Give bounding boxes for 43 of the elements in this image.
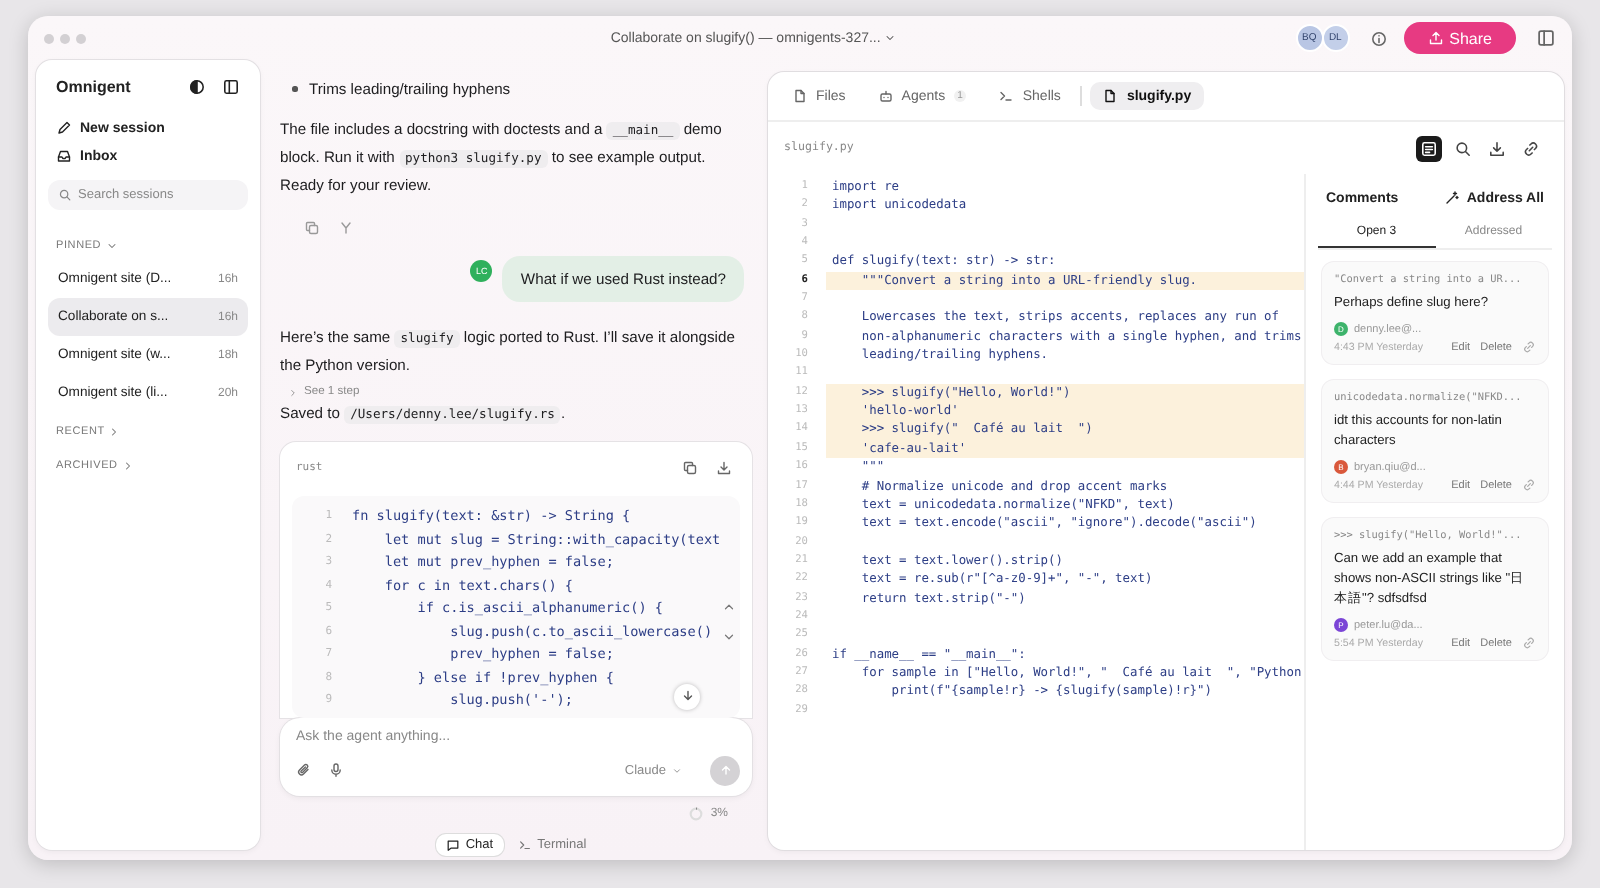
- bullet-icon: [292, 86, 297, 92]
- copy-icon: [304, 220, 320, 236]
- search-icon: [1454, 139, 1472, 157]
- download-icon: [716, 460, 732, 476]
- download-icon: [1488, 139, 1506, 157]
- inbox-icon: [56, 148, 72, 164]
- link-icon: [1522, 340, 1536, 354]
- link-icon: [1522, 478, 1536, 492]
- arrow-down-icon: [679, 688, 695, 704]
- chevron-right-icon: [121, 460, 134, 472]
- sidebar-toggle-icon: [222, 78, 240, 96]
- chevron-right-icon: [108, 426, 121, 438]
- sidebar-toggle-icon: [1536, 28, 1556, 48]
- file-icon: [1102, 88, 1119, 104]
- theme-icon: [188, 78, 206, 96]
- paperclip-icon: [296, 762, 312, 778]
- chevron-up-icon: [722, 600, 736, 614]
- search-icon: [58, 188, 72, 202]
- scroll-down-button[interactable]: [674, 683, 700, 709]
- chevron-down-icon: [884, 32, 897, 44]
- info-icon: [1369, 29, 1388, 47]
- chevron-down-icon: [722, 630, 736, 644]
- app-name: Omnigent: [56, 78, 133, 96]
- microphone-icon: [328, 762, 344, 778]
- pencil-icon: [56, 120, 72, 136]
- share-button[interactable]: Share: [1403, 22, 1516, 54]
- chevron-right-icon: [288, 387, 298, 397]
- link-icon: [1522, 636, 1536, 650]
- chevron-down-icon: [105, 240, 118, 252]
- arrow-up-icon: [717, 762, 733, 778]
- chat-icon: [445, 837, 460, 851]
- branch-icon: [338, 220, 354, 236]
- terminal-icon: [517, 837, 532, 851]
- comments-icon: [1420, 139, 1438, 157]
- chevron-down-icon: [672, 765, 682, 775]
- copy-icon: [682, 460, 698, 476]
- upload-icon: [1427, 30, 1444, 46]
- wand-icon: [1444, 190, 1461, 206]
- terminal-icon: [998, 88, 1015, 104]
- robot-icon: [877, 88, 894, 104]
- file-icon: [792, 88, 808, 104]
- link-icon: [1522, 139, 1540, 157]
- comments-button[interactable]: [1416, 135, 1442, 161]
